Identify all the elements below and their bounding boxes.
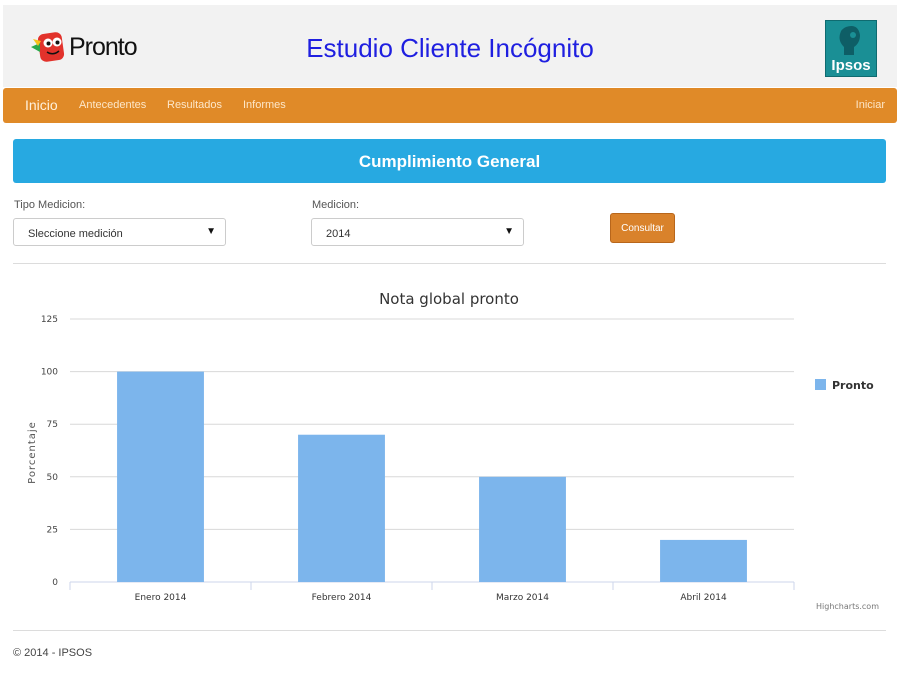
tipo-medicion-label: Tipo Medicion: [14,199,86,211]
dropdown-caret-icon: ▼ [504,226,514,237]
header: Pronto Estudio Cliente Incógnito Ipsos [3,5,897,87]
nav-item-resultados[interactable]: Resultados [167,88,222,123]
nav-item-antecedentes[interactable]: Antecedentes [79,88,146,123]
y-axis-label: Porcentaje [27,421,38,484]
legend-label: Pronto [832,379,874,392]
bar [298,434,385,582]
dropdown-caret-icon: ▼ [206,226,216,237]
consultar-button[interactable]: Consultar [610,213,675,243]
x-tick-label: Abril 2014 [680,593,727,603]
ipsos-logo-text: Ipsos [831,57,871,74]
chart-panel: Nota global pronto 0 25 50 75 100 125 Porcentaj… [13,278,886,613]
footer-text: © 2014 - IPSOS [13,647,93,659]
footer-divider [13,630,886,631]
tipo-medicion-select[interactable]: Sleccione medición ▼ [13,218,226,246]
nav-item-inicio[interactable]: Inicio [25,88,58,123]
medicion-value: 2014 [326,228,351,240]
x-tick-label: Enero 2014 [135,593,187,603]
chart-title: Nota global pronto [379,290,519,308]
page-title: Estudio Cliente Incógnito [306,33,594,63]
medicion-label: Medicion: [312,199,360,211]
bar-chart: Nota global pronto 0 25 50 75 100 125 Porcentaj… [27,290,879,611]
legend-swatch [815,379,826,390]
bar [479,476,566,582]
main-navbar: Inicio Antecedentes Resultados Informes … [3,88,897,123]
ipsos-head-icon [839,26,860,55]
form-divider [13,263,886,264]
medicion-select[interactable]: 2014 ▼ [311,218,524,246]
y-tick-label: 0 [52,578,58,588]
y-tick-label: 50 [47,473,59,483]
nav-item-informes[interactable]: Informes [243,88,286,123]
nav-item-iniciar[interactable]: Iniciar [856,88,885,123]
y-tick-label: 100 [41,368,58,378]
y-tick-label: 125 [41,315,58,325]
bar [660,539,747,582]
y-tick-label: 25 [47,525,58,535]
tipo-medicion-value: Sleccione medición [28,228,123,240]
chart-credits: Highcharts.com [816,602,879,611]
x-tick-label: Marzo 2014 [496,593,549,603]
x-tick-label: Febrero 2014 [312,593,372,603]
ipsos-logo: Ipsos [825,20,877,77]
bar [117,371,204,582]
section-banner: Cumplimiento General [13,139,886,183]
y-tick-label: 75 [47,420,58,430]
